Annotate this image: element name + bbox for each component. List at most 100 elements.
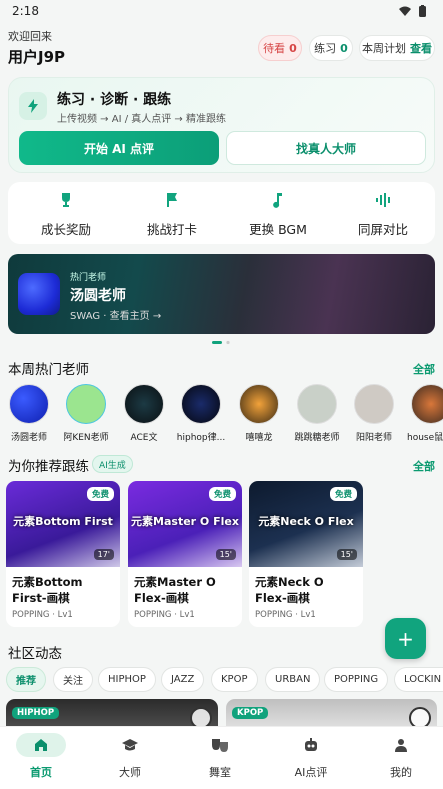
- card-title: 元素Neck O Flex-画棋: [255, 575, 324, 605]
- avatar: [411, 384, 443, 424]
- stat-pending-label: 待看: [263, 42, 286, 55]
- status-bar: 2:18: [0, 0, 443, 24]
- hot-teachers-all-link[interactable]: 全部: [413, 361, 435, 377]
- nav-masters[interactable]: 大师: [86, 727, 174, 789]
- quick-label: 成长奖励: [40, 222, 91, 237]
- plus-icon: +: [397, 626, 414, 651]
- free-badge: 免费: [86, 487, 114, 501]
- add-post-button[interactable]: +: [385, 618, 426, 659]
- stat-pending[interactable]: 待看 0: [258, 35, 302, 61]
- avatar: [9, 384, 49, 424]
- avatar: [66, 384, 106, 424]
- find-master-button[interactable]: 找真人大师: [226, 131, 426, 165]
- quick-label: 更换 BGM: [249, 222, 307, 237]
- chip-urban[interactable]: URBAN: [265, 667, 321, 692]
- carousel-indicator: [212, 340, 230, 345]
- quick-growth-rewards[interactable]: 成长奖励: [13, 182, 119, 244]
- banner-tag: 热门老师: [70, 273, 107, 283]
- wifi-battery-icon: [399, 5, 426, 17]
- card-level: POPPING · Lv1: [12, 610, 73, 620]
- teacher-name: 汤圆老师: [10, 433, 47, 443]
- practice-card[interactable]: 元素Bottom First 免费 17' 元素Bottom First-画棋 …: [6, 481, 120, 627]
- theater-masks-icon: [206, 733, 234, 757]
- quick-split-compare[interactable]: 同屏对比: [330, 182, 436, 244]
- stat-practice[interactable]: 练习 0: [309, 35, 353, 61]
- nav-label: 首页: [30, 766, 52, 779]
- practice-hero-card: 练习 · 诊断 · 跟练 上传视频 → AI / 真人点评 → 精准跟练 开始 …: [8, 77, 435, 173]
- teacher-name: 阳阳老师: [355, 433, 392, 443]
- nav-ai-review[interactable]: AI点评: [267, 727, 355, 789]
- nav-profile[interactable]: 我的: [357, 727, 443, 789]
- hot-teachers-title: 本周热门老师: [8, 362, 89, 378]
- teacher-name: 嘻嘻龙: [245, 433, 273, 443]
- avatar: [239, 384, 279, 424]
- welcome-text: 欢迎回来: [8, 30, 52, 43]
- avatar: [354, 384, 394, 424]
- community-title: 社区动态: [8, 646, 62, 662]
- avatar: [181, 384, 221, 424]
- duration-badge: 17': [93, 549, 114, 560]
- card-title: 元素Bottom First-画棋: [12, 575, 83, 605]
- weekly-plan-link: 查看: [410, 42, 432, 55]
- chip-hiphop[interactable]: HIPHOP: [98, 667, 156, 692]
- teacher-name: 跳跳糖老师: [294, 433, 340, 443]
- duration-badge: 15': [336, 549, 357, 560]
- weekly-plan-label: 本周计划: [362, 42, 406, 55]
- ai-generated-tag: AI生成: [92, 455, 133, 473]
- recommend-all-link[interactable]: 全部: [413, 458, 435, 474]
- hero-subtitle: 上传视频 → AI / 真人点评 → 精准跟练: [57, 114, 226, 125]
- quick-challenge-checkin[interactable]: 挑战打卡: [119, 182, 225, 244]
- card-caption: 元素Bottom First: [13, 515, 113, 528]
- home-icon: [16, 733, 66, 757]
- teacher-name: 阿KEN老师: [63, 433, 109, 443]
- banner-subtitle: SWAG · 查看主页 →: [70, 311, 162, 322]
- weekly-plan[interactable]: 本周计划 查看: [359, 35, 435, 61]
- nav-label: 大师: [119, 766, 141, 779]
- start-ai-review-button[interactable]: 开始 AI 点评: [19, 131, 219, 165]
- status-time: 2:18: [12, 4, 39, 18]
- recommend-title: 为你推荐跟练: [8, 459, 89, 475]
- featured-teacher-banner[interactable]: 热门老师 汤圆老师 SWAG · 查看主页 →: [8, 254, 435, 334]
- chip-recommend[interactable]: 推荐: [6, 667, 46, 692]
- quick-label: 同屏对比: [357, 222, 408, 237]
- feed-tag: HIPHOP: [12, 707, 60, 719]
- hero-title: 练习 · 诊断 · 跟练: [57, 92, 172, 108]
- trophy-icon: [62, 193, 70, 207]
- username: 用户J9P: [8, 48, 66, 66]
- nav-label: AI点评: [294, 766, 328, 779]
- nav-home[interactable]: 首页: [0, 727, 85, 789]
- card-level: POPPING · Lv1: [255, 610, 316, 620]
- quick-label: 挑战打卡: [146, 222, 197, 237]
- bottom-nav: 首页 大师 舞室 AI点评 我的: [0, 726, 443, 789]
- practice-card[interactable]: 元素Neck O Flex 免费 15' 元素Neck O Flex-画棋 PO…: [249, 481, 363, 627]
- music-note-icon: [273, 193, 282, 208]
- chip-follow[interactable]: 关注: [53, 667, 93, 692]
- stat-pending-value: 0: [289, 41, 297, 55]
- chip-jazz[interactable]: JAZZ: [161, 667, 205, 692]
- duration-badge: 15': [215, 549, 236, 560]
- chip-locking[interactable]: LOCKIN: [394, 667, 443, 692]
- quick-change-bgm[interactable]: 更换 BGM: [225, 182, 331, 244]
- stat-practice-label: 练习: [314, 42, 337, 55]
- flag-icon: [167, 193, 177, 207]
- card-caption: 元素Master O Flex: [131, 515, 239, 528]
- chip-kpop[interactable]: KPOP: [211, 667, 258, 692]
- card-caption: 元素Neck O Flex: [258, 515, 354, 528]
- robot-icon: [297, 733, 325, 757]
- teacher-name: ACE文: [130, 433, 158, 443]
- avatar: [297, 384, 337, 424]
- waveform-icon: [376, 193, 390, 207]
- practice-card[interactable]: 元素Master O Flex 免费 15' 元素Master O Flex-画…: [128, 481, 242, 627]
- person-icon: [387, 733, 415, 757]
- teacher-avatar: [18, 273, 60, 315]
- chip-popping[interactable]: POPPING: [324, 667, 389, 692]
- stat-practice-value: 0: [340, 41, 348, 55]
- nav-label: 舞室: [209, 766, 231, 779]
- banner-teacher-name: 汤圆老师: [70, 288, 126, 304]
- nav-studio[interactable]: 舞室: [176, 727, 264, 789]
- card-title: 元素Master O Flex-画棋: [134, 575, 216, 605]
- avatar: [124, 384, 164, 424]
- graduation-cap-icon: [116, 733, 144, 757]
- feed-tag: KPOP: [232, 707, 269, 719]
- teacher-name: house鼠: [407, 433, 443, 443]
